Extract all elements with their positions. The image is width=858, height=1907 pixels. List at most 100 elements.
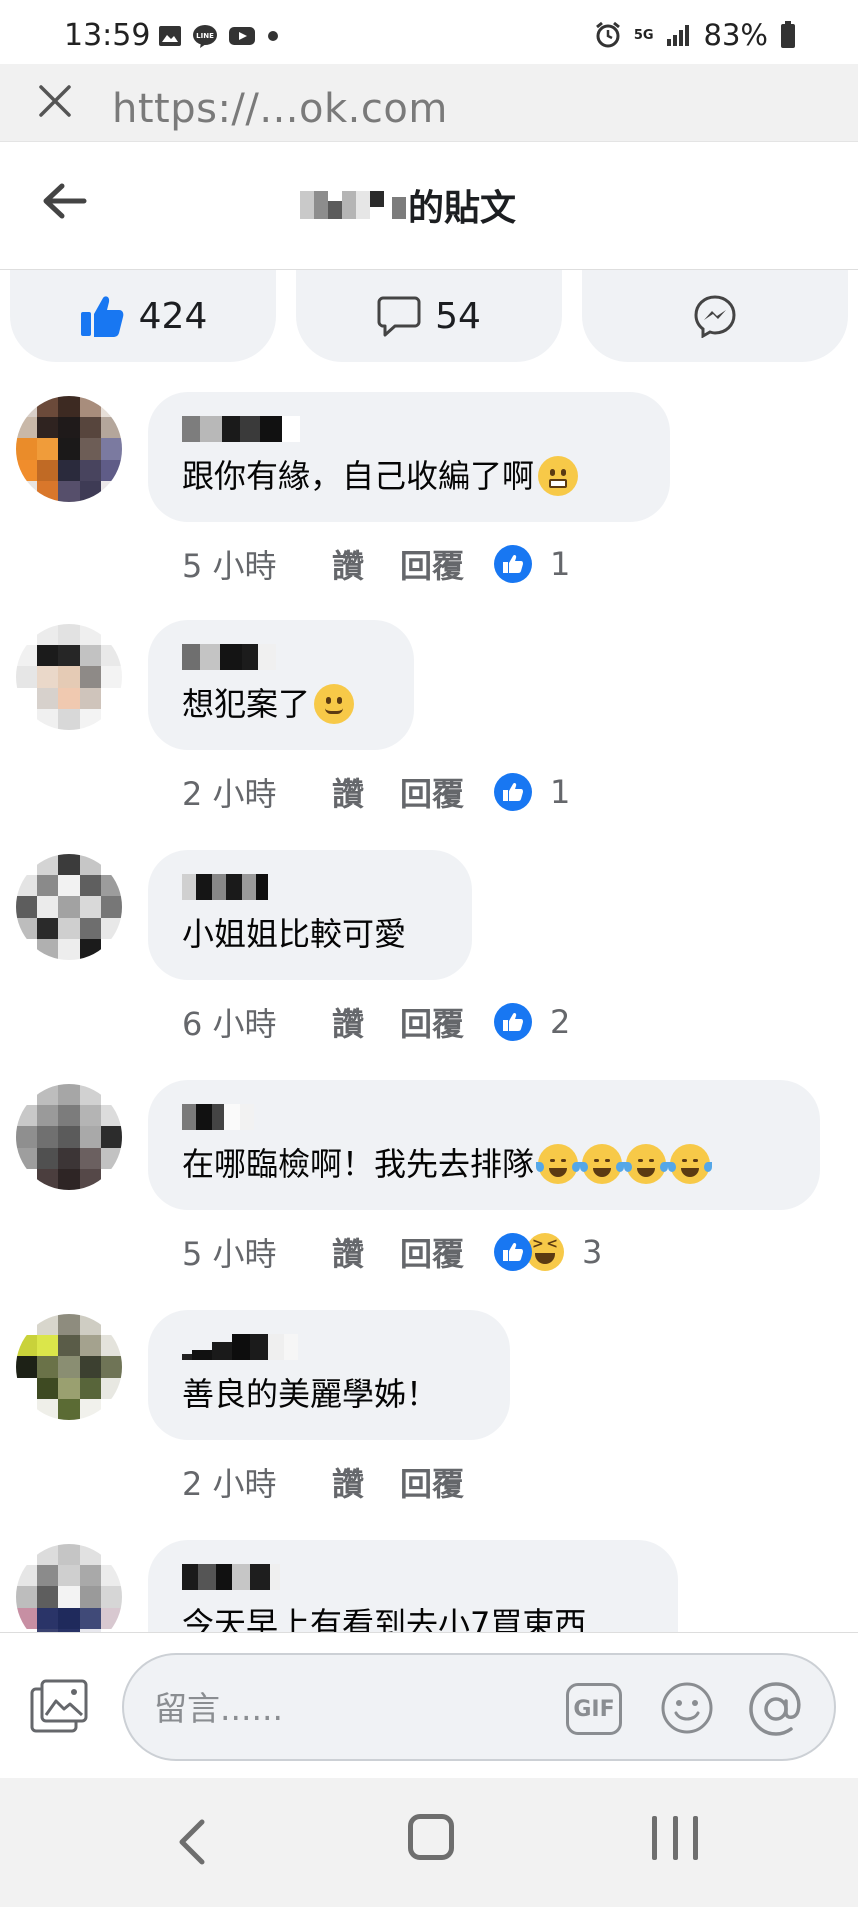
comment-time: 5 小時 — [182, 547, 277, 585]
comment-meta: 5 小時 讚 回覆 3 — [182, 1230, 602, 1274]
send-messenger-button[interactable] — [582, 270, 848, 362]
comment-text-row: 小姐姐比較可愛 — [182, 914, 436, 954]
system-nav-bar — [0, 1778, 858, 1907]
comment-bubble-icon — [377, 296, 421, 337]
back-arrow-icon[interactable] — [40, 180, 88, 222]
face-with-tears-of-joy-icon — [580, 1144, 625, 1184]
status-time: 13:59 — [64, 18, 151, 53]
comment-text: 想犯案了 — [182, 685, 311, 723]
url-text[interactable]: https://...ok.com — [112, 86, 448, 132]
blurred-commenter-name — [182, 874, 436, 900]
battery-percent: 83% — [703, 18, 768, 52]
more-notifications-dot-icon — [268, 31, 278, 41]
comment-time: 2 小時 — [182, 1465, 277, 1503]
avatar[interactable] — [16, 1544, 122, 1632]
reaction-summary[interactable]: 2 — [494, 1003, 570, 1041]
comment-bubble[interactable]: 想犯案了 — [148, 620, 414, 750]
comment-text-row: 在哪臨檢啊！我先去排隊 — [182, 1144, 784, 1184]
reaction-summary[interactable]: 1 — [494, 773, 570, 811]
comment-text: 跟你有緣，自己收編了啊 — [182, 457, 535, 495]
page-header: 的貼文 — [0, 142, 858, 270]
comment-time: 2 小時 — [182, 775, 277, 813]
gallery-icon — [159, 26, 181, 46]
comment-like-button[interactable]: 讚 — [332, 1459, 364, 1505]
thumbs-up-icon — [80, 296, 124, 337]
comment-time: 5 小時 — [182, 1235, 277, 1273]
comment-reply-button[interactable]: 回覆 — [400, 541, 464, 587]
comment-like-button[interactable]: 讚 — [332, 769, 364, 815]
nav-recent-apps-icon[interactable] — [652, 1816, 698, 1862]
comment-like-button[interactable]: 讚 — [332, 999, 364, 1045]
nav-home-icon[interactable] — [408, 1814, 454, 1860]
avatar[interactable] — [16, 854, 122, 960]
relieved-face-icon — [314, 684, 355, 724]
youtube-icon — [229, 27, 255, 45]
comment-input[interactable] — [154, 1683, 554, 1733]
comment-reply-button[interactable]: 回覆 — [400, 1459, 464, 1505]
comment-reply-button[interactable]: 回覆 — [400, 999, 464, 1045]
network-type: 5G — [633, 27, 654, 43]
page-title-text: 的貼文 — [408, 188, 517, 229]
gif-button[interactable]: GIF — [566, 1683, 622, 1735]
comment-count: 54 — [435, 295, 481, 337]
line-app-icon: LINE — [193, 25, 217, 48]
like-reaction-icon — [494, 773, 533, 811]
avatar[interactable] — [16, 624, 122, 730]
svg-text:LINE: LINE — [196, 32, 214, 40]
alarm-icon — [595, 21, 620, 48]
comment-input-box[interactable]: GIF — [122, 1653, 836, 1761]
close-icon[interactable] — [36, 82, 74, 120]
avatar[interactable] — [16, 1084, 122, 1190]
blurred-commenter-name — [182, 416, 634, 442]
battery-icon — [781, 21, 795, 48]
mention-at-icon[interactable] — [748, 1681, 804, 1737]
browser-url-bar: https://...ok.com — [0, 64, 858, 142]
comment-count-button[interactable]: 54 — [296, 270, 562, 362]
comment-meta: 6 小時 讚 回覆 2 — [182, 1000, 570, 1044]
reaction-count: 3 — [582, 1233, 603, 1271]
comment-text-row: 想犯案了 — [182, 684, 378, 724]
avatar[interactable] — [16, 1314, 122, 1420]
like-reaction-icon — [494, 1233, 533, 1271]
messenger-icon — [694, 295, 736, 338]
blurred-commenter-name — [182, 1334, 474, 1360]
comment-reply-button[interactable]: 回覆 — [400, 1229, 464, 1275]
comment-text-row: 跟你有緣，自己收編了啊 — [182, 456, 634, 496]
comment-bubble[interactable]: 在哪臨檢啊！我先去排隊 — [148, 1080, 820, 1210]
notification-icons: LINE — [158, 24, 280, 48]
comment-bubble[interactable]: 小姐姐比較可愛 — [148, 850, 472, 980]
page-title: 的貼文 — [300, 182, 517, 229]
comment-composer: GIF — [0, 1632, 858, 1778]
reaction-count: 1 — [550, 545, 571, 583]
status-bar: 13:59 LINE 5G 83% — [0, 0, 858, 64]
like-count: 424 — [138, 295, 208, 337]
face-with-tears-of-joy-icon — [624, 1144, 669, 1184]
comment-bubble[interactable]: 今天早上有看到去小7買東西 — [148, 1540, 678, 1632]
comment-reply-button[interactable]: 回覆 — [400, 769, 464, 815]
comment-like-button[interactable]: 讚 — [332, 541, 364, 587]
reaction-summary[interactable]: 1 — [494, 545, 570, 583]
comment-text: 善良的美麗學姊！ — [182, 1375, 439, 1413]
comment-meta: 5 小時 讚 回覆 1 — [182, 542, 570, 586]
comment-bubble[interactable]: 跟你有緣，自己收編了啊 — [148, 392, 670, 522]
comment-meta: 2 小時 讚 回覆 — [182, 1460, 494, 1504]
like-reaction-icon — [494, 545, 533, 583]
signal-icon — [666, 25, 689, 46]
comment-text-row: 善良的美麗學姊！ — [182, 1374, 474, 1414]
avatar[interactable] — [16, 396, 122, 502]
comment-bubble[interactable]: 善良的美麗學姊！ — [148, 1310, 510, 1440]
emoji-icon[interactable] — [660, 1681, 714, 1735]
face-with-tears-of-joy-icon — [668, 1144, 713, 1184]
like-count-button[interactable]: 424 — [10, 270, 276, 362]
blurred-author-name — [300, 191, 406, 219]
nav-back-icon[interactable] — [170, 1818, 216, 1866]
photo-gallery-icon[interactable] — [30, 1679, 88, 1733]
blurred-commenter-name — [182, 644, 378, 670]
comment-like-button[interactable]: 讚 — [332, 1229, 364, 1275]
face-with-tears-of-joy-icon — [536, 1144, 581, 1184]
comment-text: 今天早上有看到去小7買東西 — [182, 1605, 587, 1632]
comment-list: 跟你有緣，自己收編了啊 5 小時 讚 回覆 1 想犯案了 2 小時 讚 回覆 1… — [0, 362, 858, 1632]
comment-time: 6 小時 — [182, 1005, 277, 1043]
reaction-summary[interactable]: 3 — [494, 1233, 602, 1271]
comment-meta: 2 小時 讚 回覆 1 — [182, 770, 570, 814]
